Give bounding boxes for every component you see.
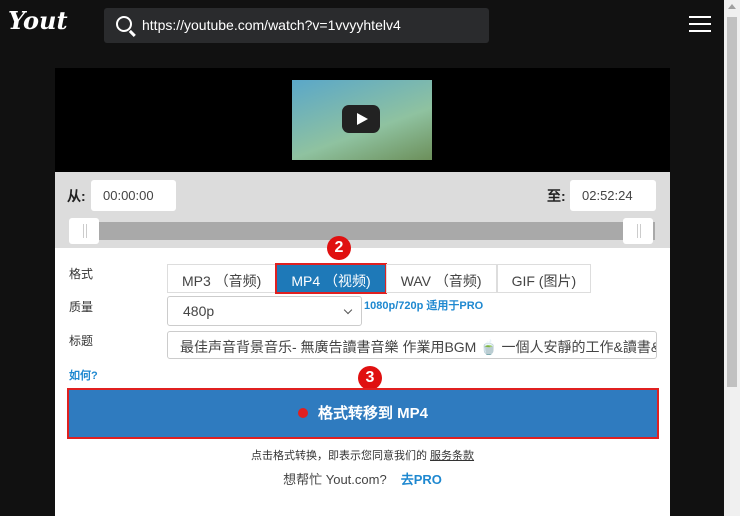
scrollbar[interactable] <box>724 0 740 516</box>
help-text: 想帮忙 Yout.com? <box>283 472 387 487</box>
format-wav[interactable]: WAV （音频) <box>385 264 497 293</box>
help-line: 想帮忙 Yout.com? 去PRO <box>55 469 670 488</box>
search-icon <box>116 16 132 32</box>
converter-panel: 从: 00:00:00 至: 02:52:24 2 格式 MP3 （音频) MP… <box>55 68 670 516</box>
url-search-bar[interactable]: https://youtube.com/watch?v=1vvyyhtelv4 <box>104 8 489 43</box>
terms-notice: 点击格式转换，即表示您同意我们的 服务条款 <box>55 447 670 463</box>
trim-section: 从: 00:00:00 至: 02:52:24 <box>55 172 670 248</box>
video-preview <box>55 68 670 172</box>
convert-button[interactable]: 格式转移到 MP4 <box>67 388 659 439</box>
to-time-input[interactable]: 02:52:24 <box>570 180 656 211</box>
trim-slider-track[interactable] <box>70 222 655 240</box>
quality-value: 480p <box>183 303 215 319</box>
how-to-link[interactable]: 如何? <box>69 367 98 383</box>
hamburger-menu-icon[interactable] <box>689 16 711 32</box>
format-label: 格式 <box>69 267 94 281</box>
trim-end-handle[interactable] <box>623 218 653 244</box>
yout-logo[interactable]: Yout <box>8 6 68 35</box>
chevron-down-icon <box>343 305 353 315</box>
video-thumbnail[interactable] <box>292 80 432 160</box>
quality-select[interactable]: 480p <box>167 296 362 326</box>
format-mp4[interactable]: MP4 （视频) <box>275 263 387 294</box>
quality-label: 质量 <box>69 300 94 314</box>
title-input[interactable]: 最佳声音背景音乐- 無廣告讀書音樂 作業用BGM 🍵 一個人安靜的工作&讀書& <box>167 331 657 359</box>
format-gif[interactable]: GIF (图片) <box>496 264 592 293</box>
record-dot-icon <box>297 408 308 418</box>
from-time-input[interactable]: 00:00:00 <box>91 180 176 211</box>
convert-label: 格式转移到 MP4 <box>317 405 428 422</box>
terms-text: 点击格式转换，即表示您同意我们的 <box>250 450 427 462</box>
to-label: 至: <box>547 188 566 204</box>
pro-quality-note[interactable]: 1080p/720p 适用于PRO <box>364 297 483 313</box>
format-tabs: MP3 （音频) MP4 （视频) WAV （音频) GIF (图片) <box>167 263 592 294</box>
step-badge-2: 2 <box>327 236 351 260</box>
url-input[interactable]: https://youtube.com/watch?v=1vvyyhtelv4 <box>142 17 401 33</box>
from-label: 从: <box>67 188 86 204</box>
go-pro-link[interactable]: 去PRO <box>401 472 442 487</box>
scrollbar-thumb[interactable] <box>727 17 737 387</box>
terms-link[interactable]: 服务条款 <box>430 450 474 462</box>
format-mp3[interactable]: MP3 （音频) <box>167 264 277 293</box>
step-badge-3: 3 <box>358 366 382 390</box>
scroll-up-icon[interactable] <box>728 4 736 9</box>
play-icon[interactable] <box>342 105 380 133</box>
trim-start-handle[interactable] <box>69 218 99 244</box>
title-label: 标题 <box>69 334 94 348</box>
